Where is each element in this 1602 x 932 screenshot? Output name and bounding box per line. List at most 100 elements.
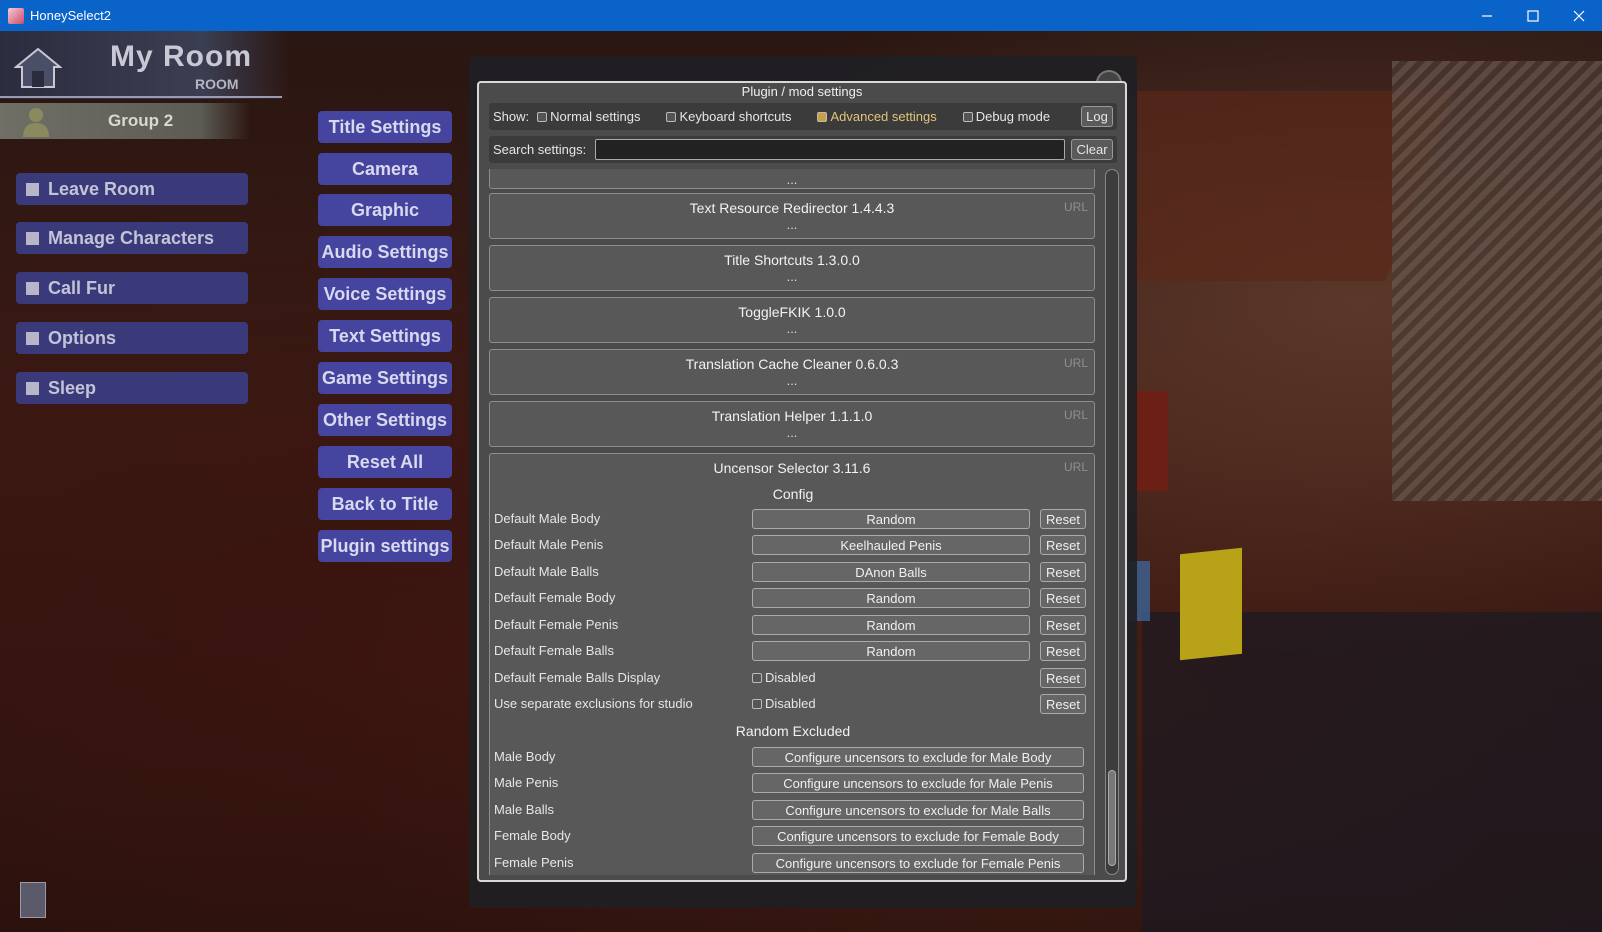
- advanced-settings-checkbox[interactable]: Advanced settings: [817, 109, 937, 124]
- default-male-balls-selector[interactable]: DAnon Balls: [752, 562, 1030, 582]
- graphic-button[interactable]: Graphic: [318, 194, 452, 226]
- reset-button[interactable]: Reset: [1040, 509, 1086, 529]
- clear-button[interactable]: Clear: [1071, 139, 1113, 160]
- checkbox-label: Advanced settings: [830, 109, 937, 124]
- plugin-entry[interactable]: Title Shortcuts 1.3.0.0 ...: [489, 245, 1095, 291]
- exclude-male-penis-button[interactable]: Configure uncensors to exclude for Male …: [752, 773, 1084, 793]
- plugin-entry[interactable]: ...: [489, 169, 1095, 189]
- default-male-penis-selector[interactable]: Keelhauled Penis: [752, 535, 1030, 555]
- plugin-entry[interactable]: Text Resource Redirector 1.4.4.3 ... URL: [489, 193, 1095, 239]
- plugin-settings-dialog: Plugin / mod settings Show: Normal setti…: [477, 81, 1127, 882]
- square-icon: [26, 182, 39, 196]
- filter-toolbar: Show: Normal settings Keyboard shortcuts…: [489, 103, 1117, 130]
- background-book: [1180, 547, 1242, 661]
- default-female-body-selector[interactable]: Random: [752, 588, 1030, 608]
- exclude-female-penis-button[interactable]: Configure uncensors to exclude for Femal…: [752, 853, 1084, 873]
- checkbox-label: Keyboard shortcuts: [679, 109, 792, 124]
- home-icon[interactable]: [14, 47, 62, 89]
- log-button[interactable]: Log: [1081, 106, 1113, 127]
- reset-button[interactable]: Reset: [1040, 694, 1086, 714]
- app-icon: [8, 7, 24, 24]
- checkbox-icon: [817, 111, 828, 122]
- menu-label: Sleep: [48, 377, 97, 398]
- title-settings-button[interactable]: Title Settings: [318, 111, 452, 143]
- plugin-entry[interactable]: Translation Helper 1.1.1.0 ... URL: [489, 401, 1095, 447]
- group-label: Group 2: [108, 111, 174, 130]
- square-icon: [26, 381, 39, 395]
- plugin-dots: ...: [786, 321, 798, 336]
- search-bar: Search settings: Clear: [489, 136, 1117, 163]
- reset-button[interactable]: Reset: [1040, 588, 1086, 608]
- plugin-list-scrollbar[interactable]: [1105, 169, 1119, 875]
- toggle-value: Disabled: [765, 670, 816, 685]
- plugin-dots: ...: [786, 269, 798, 284]
- reset-button[interactable]: Reset: [1040, 668, 1086, 688]
- default-female-penis-selector[interactable]: Random: [752, 615, 1030, 635]
- leave-room-button[interactable]: Leave Room: [16, 173, 248, 205]
- setting-label: Default Female Body: [494, 590, 616, 605]
- default-male-body-selector[interactable]: Random: [752, 509, 1030, 529]
- menu-label: Options: [48, 327, 116, 348]
- exclude-male-balls-button[interactable]: Configure uncensors to exclude for Male …: [752, 800, 1084, 820]
- plugin-entry[interactable]: ToggleFKIK 1.0.0 ...: [489, 297, 1095, 343]
- exclude-male-body-button[interactable]: Configure uncensors to exclude for Male …: [752, 747, 1084, 767]
- manage-characters-button[interactable]: Manage Characters: [16, 222, 248, 254]
- setting-label: Use separate exclusions for studio: [494, 696, 693, 711]
- keyboard-shortcuts-checkbox[interactable]: Keyboard shortcuts: [666, 109, 791, 124]
- reset-button[interactable]: Reset: [1040, 535, 1086, 555]
- plugin-dots: ...: [786, 373, 798, 388]
- options-button[interactable]: Options: [16, 322, 248, 354]
- close-button[interactable]: [1556, 0, 1602, 31]
- plugin-entry-expanded: Uncensor Selector 3.11.6 URL Config Defa…: [489, 453, 1095, 875]
- plugin-dots: ...: [786, 217, 798, 232]
- room-title: My Room: [110, 40, 252, 73]
- plugin-name: Text Resource Redirector 1.4.4.3: [689, 200, 895, 216]
- user-icon: [23, 108, 49, 137]
- plugin-url-link[interactable]: URL: [1064, 460, 1088, 474]
- plugin-url-link[interactable]: URL: [1064, 356, 1088, 370]
- door-icon[interactable]: [20, 882, 46, 918]
- reset-button[interactable]: Reset: [1040, 641, 1086, 661]
- camera-button[interactable]: Camera: [318, 153, 452, 185]
- scrollbar-thumb[interactable]: [1108, 770, 1116, 866]
- exclude-female-body-button[interactable]: Configure uncensors to exclude for Femal…: [752, 826, 1084, 846]
- plugin-name[interactable]: Uncensor Selector 3.11.6: [490, 460, 1094, 476]
- female-balls-display-toggle[interactable]: Disabled: [752, 670, 816, 685]
- text-settings-button[interactable]: Text Settings: [318, 320, 452, 352]
- plugin-dots: ...: [786, 172, 798, 187]
- setting-label: Default Female Penis: [494, 617, 619, 632]
- default-female-balls-selector[interactable]: Random: [752, 641, 1030, 661]
- background-floor: [1142, 612, 1602, 932]
- game-settings-button[interactable]: Game Settings: [318, 362, 452, 394]
- search-input[interactable]: [595, 139, 1065, 160]
- plugin-name: ToggleFKIK 1.0.0: [738, 304, 846, 320]
- studio-exclusions-toggle[interactable]: Disabled: [752, 696, 816, 711]
- sleep-button[interactable]: Sleep: [16, 372, 248, 404]
- other-settings-button[interactable]: Other Settings: [318, 404, 452, 436]
- reset-button[interactable]: Reset: [1040, 615, 1086, 635]
- maximize-button[interactable]: [1510, 0, 1556, 31]
- dialog-title: Plugin / mod settings: [741, 84, 863, 99]
- debug-mode-checkbox[interactable]: Debug mode: [962, 109, 1050, 124]
- checkbox-icon: [666, 111, 677, 122]
- back-to-title-button[interactable]: Back to Title: [318, 488, 452, 520]
- call-fur-button[interactable]: Call Fur: [16, 272, 248, 304]
- menu-label: Manage Characters: [48, 227, 215, 248]
- search-label: Search settings:: [493, 142, 587, 157]
- plugin-url-link[interactable]: URL: [1064, 200, 1088, 214]
- background-wall: [1392, 61, 1602, 501]
- reset-all-button[interactable]: Reset All: [318, 446, 452, 478]
- setting-label: Default Male Body: [494, 511, 601, 526]
- reset-button[interactable]: Reset: [1040, 562, 1086, 582]
- plugin-settings-button[interactable]: Plugin settings: [318, 530, 452, 562]
- plugin-name: Title Shortcuts 1.3.0.0: [724, 252, 860, 268]
- voice-settings-button[interactable]: Voice Settings: [318, 278, 452, 310]
- excluded-section-title: Random Excluded: [735, 723, 851, 739]
- plugin-url-link[interactable]: URL: [1064, 408, 1088, 422]
- minimize-button[interactable]: [1464, 0, 1510, 31]
- plugin-entry[interactable]: Translation Cache Cleaner 0.6.0.3 ... UR…: [489, 349, 1095, 395]
- normal-settings-checkbox[interactable]: Normal settings: [537, 109, 640, 124]
- square-icon: [26, 231, 39, 245]
- audio-settings-button[interactable]: Audio Settings: [318, 236, 452, 268]
- square-icon: [26, 331, 39, 345]
